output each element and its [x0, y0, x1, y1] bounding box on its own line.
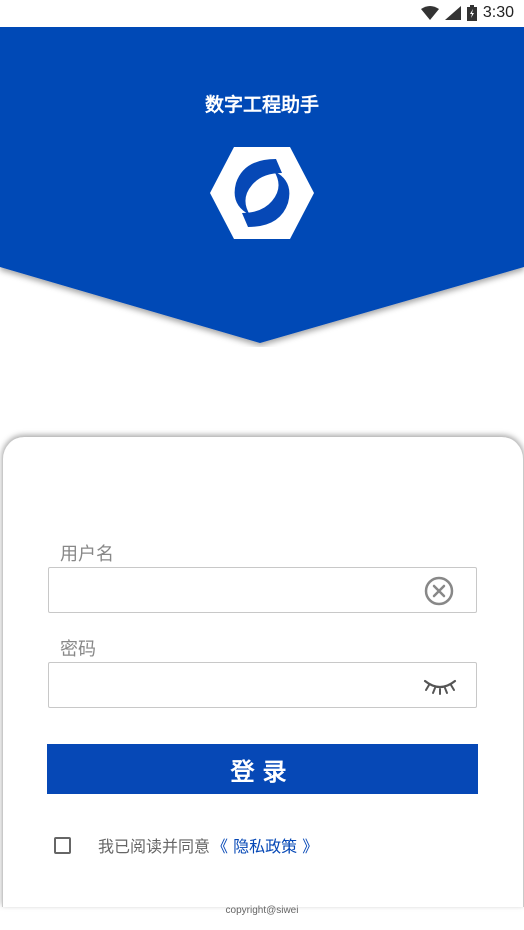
- status-time: 3:30: [482, 4, 514, 21]
- password-input[interactable]: [59, 671, 413, 701]
- header-banner: 数字工程助手: [0, 27, 524, 347]
- login-button[interactable]: 登录: [47, 744, 478, 794]
- copyright-text: copyright@siwei: [225, 905, 299, 916]
- status-icons: 3:30: [420, 3, 514, 23]
- app-logo-icon: [210, 147, 314, 239]
- username-field[interactable]: [48, 567, 477, 613]
- battery-icon: [466, 5, 477, 21]
- status-bar: 3:30: [0, 0, 524, 27]
- clear-circle-icon[interactable]: [424, 576, 454, 606]
- agreement-text: 我已阅读并同意: [98, 837, 211, 856]
- app-title: 数字工程助手: [204, 94, 319, 116]
- agreement-checkbox[interactable]: [54, 836, 71, 854]
- password-field[interactable]: [48, 662, 477, 708]
- agreement-row: 我已阅读并同意 《 隐私政策 》: [54, 833, 318, 857]
- privacy-policy-link[interactable]: 《 隐私政策 》: [212, 833, 318, 857]
- wifi-icon: [420, 6, 439, 20]
- username-label: 用户名: [60, 544, 114, 565]
- password-label: 密码: [60, 639, 96, 660]
- username-input[interactable]: [59, 576, 413, 606]
- signal-icon: [444, 6, 461, 20]
- eye-closed-icon[interactable]: [422, 671, 458, 701]
